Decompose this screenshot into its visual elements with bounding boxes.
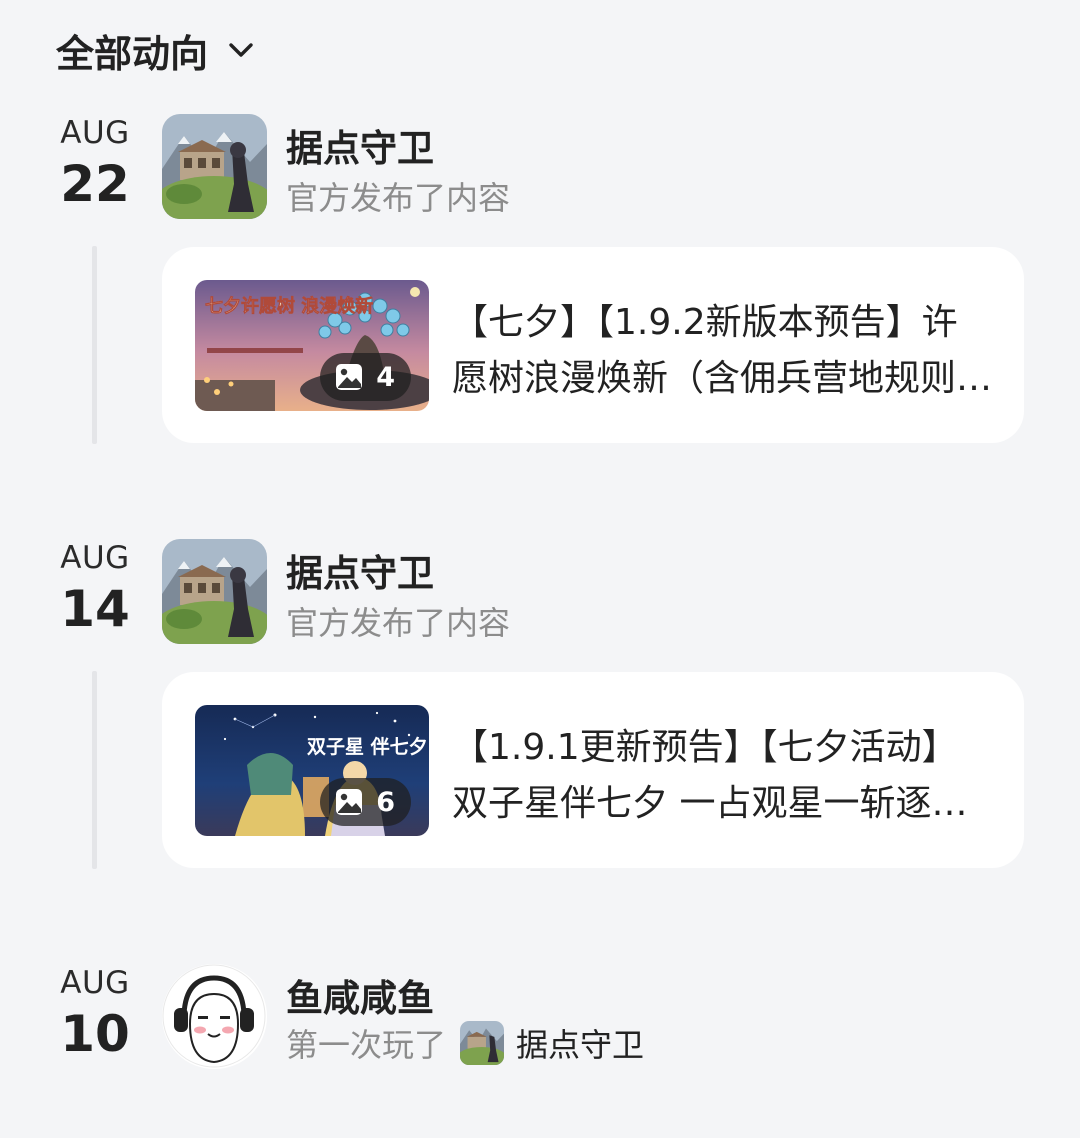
image-count-badge: 4: [320, 353, 411, 401]
activity-text: 官方发布了内容: [286, 604, 511, 642]
post-title: 【七夕】【1.9.2新版本预告】许愿树浪漫焕新（含佣兵营地规则…: [452, 302, 992, 399]
image-icon: [336, 364, 363, 390]
date-month: AUG: [60, 540, 130, 576]
date-month: AUG: [60, 965, 130, 1001]
post-card[interactable]: 双子星 伴七夕 6 【1.9.1更新预告】【七夕活动】双子星伴七夕 一占观星一斩…: [162, 672, 1024, 868]
post-card[interactable]: 七夕许愿树 浪漫焕新 4 【七夕】【1.9.2新版本预告】许愿树浪漫焕新（含佣兵…: [162, 247, 1024, 443]
timeline-line: [92, 246, 97, 444]
user-avatar[interactable]: [162, 964, 267, 1069]
activity-text: 第一次玩了: [286, 1026, 447, 1064]
post-thumbnail: 双子星 伴七夕 6: [195, 705, 429, 836]
feed-date: AUG 22: [44, 115, 146, 213]
image-count: 6: [376, 786, 395, 818]
game-mini-avatar-image: [460, 1021, 505, 1065]
date-day: 14: [60, 580, 130, 638]
timeline-line: [92, 671, 97, 869]
activity-description: 第一次玩了 据点守卫: [286, 1020, 644, 1066]
feed-date: AUG 14: [44, 540, 146, 638]
image-count: 4: [376, 361, 395, 393]
date-day: 10: [60, 1005, 130, 1063]
image-count-badge: 6: [320, 778, 411, 826]
feed-filter-dropdown[interactable]: 全部动向: [56, 22, 256, 78]
user-name[interactable]: 据点守卫: [286, 543, 434, 597]
thumbnail-title-text: 七夕许愿树 浪漫焕新: [205, 295, 373, 317]
post-thumbnail: 七夕许愿树 浪漫焕新 4: [195, 280, 429, 411]
feed-filter-label: 全部动向: [56, 31, 209, 76]
game-name-link[interactable]: 据点守卫: [516, 1020, 644, 1066]
game-avatar-image: [162, 539, 267, 644]
image-icon: [336, 789, 363, 815]
date-month: AUG: [60, 115, 130, 151]
thumbnail-title-text: 双子星 伴七夕: [307, 735, 428, 758]
game-mini-avatar[interactable]: [460, 1021, 505, 1065]
post-title: 【1.9.1更新预告】【七夕活动】双子星伴七夕 一占观星一斩逐…: [452, 727, 968, 824]
game-avatar[interactable]: [162, 114, 267, 219]
game-avatar-image: [162, 114, 267, 219]
user-name[interactable]: 鱼咸咸鱼: [286, 968, 434, 1022]
activity-description: 官方发布了内容: [286, 173, 510, 219]
user-name[interactable]: 据点守卫: [286, 118, 434, 172]
activity-description: 官方发布了内容: [286, 598, 510, 644]
feed-date: AUG 10: [44, 965, 146, 1063]
date-day: 22: [60, 155, 130, 213]
chevron-down-icon: [229, 43, 253, 57]
game-avatar[interactable]: [162, 539, 267, 644]
user-avatar-image: [162, 964, 267, 1069]
activity-text: 官方发布了内容: [286, 179, 511, 217]
